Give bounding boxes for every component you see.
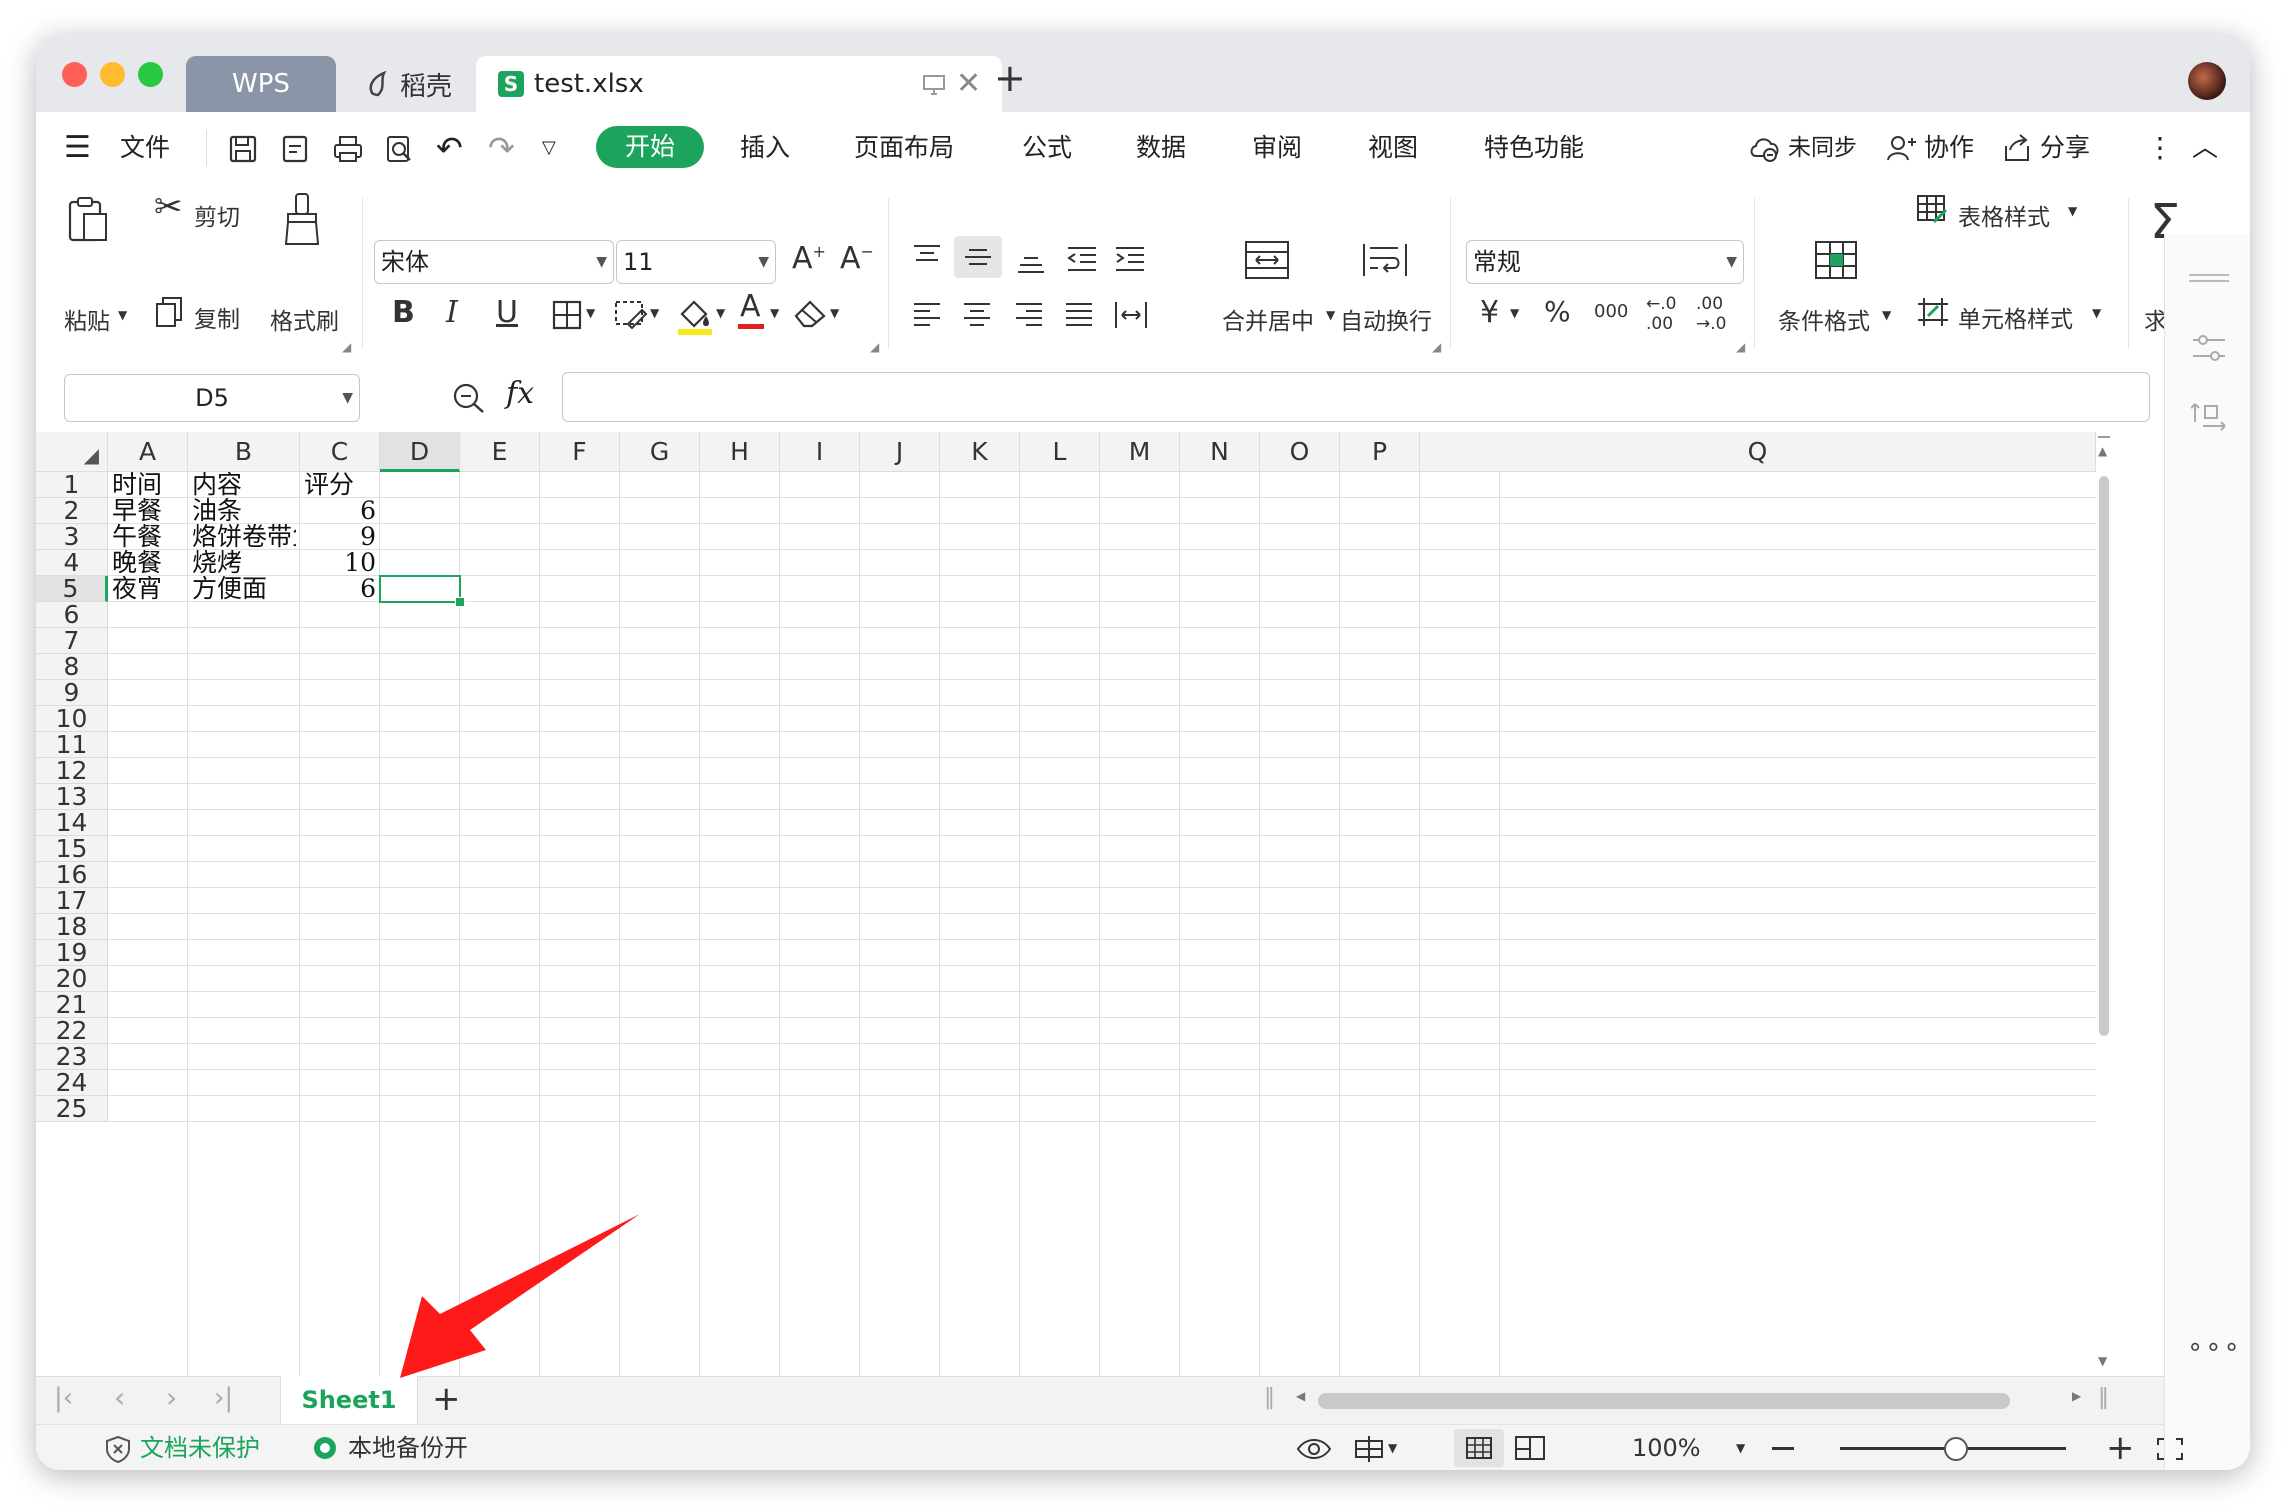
annotation-arrow-icon xyxy=(400,1214,640,1378)
